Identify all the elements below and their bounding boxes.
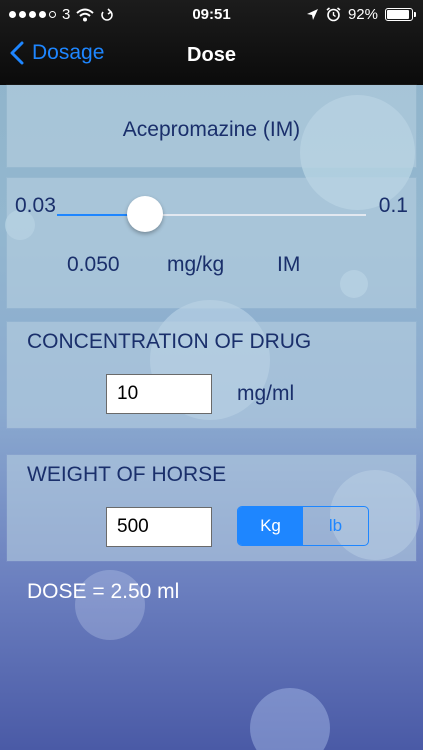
dose-route: IM (277, 253, 301, 276)
concentration-unit: mg/ml (237, 382, 295, 405)
slider-max-label: 0.1 (378, 194, 408, 217)
concentration-panel: CONCENTRATION OF DRUG mg/ml (7, 322, 416, 428)
status-bar: 3 09:51 92% (0, 0, 423, 30)
battery-percent: 92% (347, 6, 378, 23)
weight-panel: WEIGHT OF HORSE Kg lb (7, 455, 416, 561)
weight-unit-segmented-control: Kg lb (237, 506, 369, 546)
dose-rate-row: 0.050 mg/kg IM (67, 253, 300, 277)
weight-unit-lb[interactable]: lb (303, 507, 368, 545)
slider-min-label: 0.03 (15, 194, 56, 217)
slider-thumb[interactable] (127, 196, 164, 232)
dose-result: DOSE = 2.50 ml (27, 580, 180, 603)
weight-title: WEIGHT OF HORSE (27, 463, 227, 486)
drug-panel: Acepromazine (IM) (7, 85, 416, 167)
dose-rate-unit: mg/kg (167, 253, 225, 276)
battery-icon (385, 8, 416, 21)
weight-input[interactable] (106, 507, 212, 547)
slider-track[interactable] (57, 214, 366, 216)
weight-unit-kg[interactable]: Kg (238, 507, 303, 545)
alarm-clock-icon (326, 7, 341, 22)
page-title: Dose (187, 44, 236, 66)
dosage-slider-panel: 0.03 0.1 0.050 mg/kg IM (7, 178, 416, 308)
navigation-bar: Dosage Dose (0, 30, 423, 85)
top-bar: 3 09:51 92% Dosage Dose (0, 0, 423, 85)
location-arrow-icon (306, 9, 318, 20)
concentration-input[interactable] (106, 374, 212, 414)
concentration-title: CONCENTRATION OF DRUG (27, 330, 312, 353)
dose-rate-value: 0.050 (67, 253, 120, 276)
drug-name: Acepromazine (IM) (122, 118, 301, 141)
